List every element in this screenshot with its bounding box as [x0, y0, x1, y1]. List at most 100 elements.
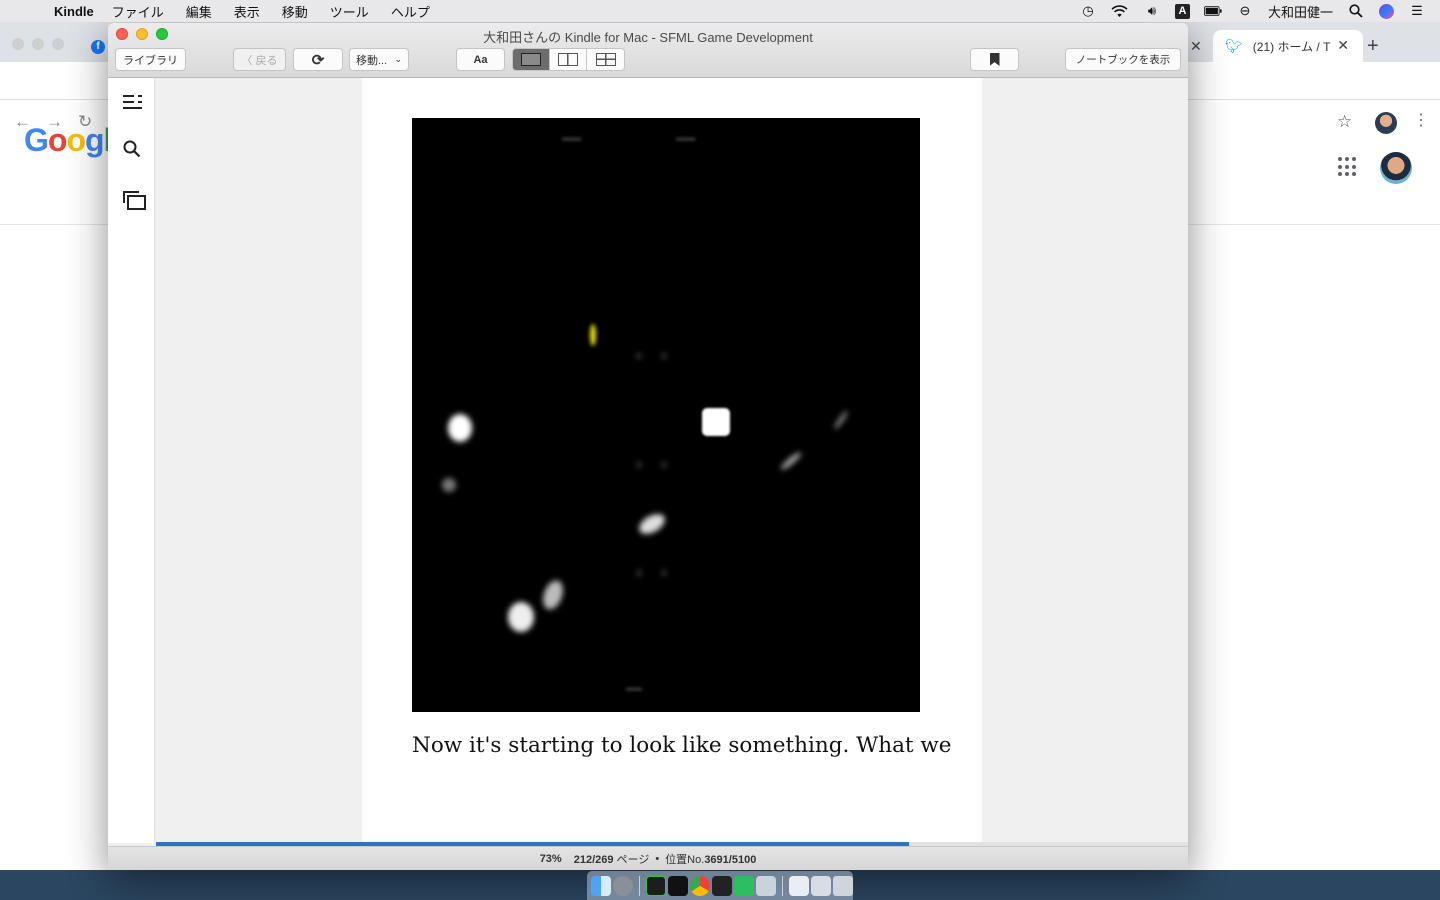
chevron-down-icon: ⌄	[394, 54, 402, 64]
menu-file[interactable]: ファイル	[112, 2, 164, 21]
wifi-icon[interactable]	[1111, 3, 1129, 19]
status-separator: •	[655, 852, 660, 865]
kindle-icon[interactable]	[712, 875, 732, 896]
show-notebook-button[interactable]: ノートブックを表示	[1065, 48, 1181, 71]
tab-close-icon[interactable]: ✕	[1337, 37, 1349, 54]
menu-go[interactable]: 移動	[282, 2, 308, 21]
location-number: 位置No.3691/5100	[665, 853, 757, 866]
downloads-stack-icon[interactable]	[811, 875, 831, 896]
do-not-disturb-icon[interactable]: ⊖	[1236, 3, 1254, 19]
missile-trail	[779, 450, 803, 472]
back-label: 戻る	[255, 54, 278, 67]
bookmark-star-icon[interactable]: ☆	[1337, 112, 1352, 132]
activity-monitor-icon[interactable]	[646, 875, 666, 896]
library-button[interactable]: ライブラリ	[115, 48, 186, 71]
missile-trail	[833, 409, 849, 431]
game-screenshot-figure: ▪▪▪▪▪▪ ▪▪▪▪▪▪ ▪▪▪▪▪	[412, 118, 920, 712]
status-menus: ◷ 🔊︎ A ⊖ 大和田健一 ☰	[1079, 2, 1426, 21]
particle	[637, 462, 641, 468]
bookmark-button[interactable]	[970, 48, 1019, 71]
table-of-contents-icon[interactable]	[122, 92, 142, 112]
menu-edit[interactable]: 編集	[186, 2, 212, 21]
siri-icon[interactable]	[1379, 3, 1394, 19]
tab-close-icon[interactable]: ✕	[1190, 38, 1202, 55]
single-page-icon	[521, 53, 541, 66]
progress-percent: 73%	[539, 852, 562, 865]
enemy-sprite-left	[448, 414, 472, 442]
tab-twitter[interactable]: 🐦︎ (21) ホーム / T ✕	[1213, 30, 1363, 62]
dock	[587, 871, 853, 900]
hud-text-bottom: ▪▪▪▪▪	[626, 684, 642, 694]
terminal-icon[interactable]	[668, 875, 688, 896]
menu-view[interactable]: 表示	[234, 2, 260, 21]
page-view-segmented-control	[512, 48, 625, 71]
spotlight-icon[interactable]	[1347, 3, 1365, 19]
two-page-view-button[interactable]	[550, 49, 587, 70]
notification-center-icon[interactable]: ☰	[1408, 3, 1426, 19]
google-apps-icon[interactable]	[1338, 157, 1358, 177]
page-count: 212/269 ページ	[573, 853, 650, 866]
book-body-text: Now it's starting to look like something…	[412, 733, 952, 758]
yellow-bullet	[590, 324, 596, 346]
enemy-sprite-center	[635, 510, 669, 538]
twitter-icon: 🐦︎	[1225, 37, 1243, 54]
facebook-icon[interactable]: f	[91, 40, 105, 54]
trash-icon[interactable]	[833, 875, 853, 896]
chrome-icon[interactable]	[690, 875, 710, 896]
two-page-icon	[558, 53, 578, 66]
volume-icon[interactable]: 🔊︎	[1143, 3, 1161, 19]
chevron-left-icon: 〈	[241, 54, 253, 67]
particle	[637, 353, 641, 359]
reader-sidebar	[108, 78, 155, 843]
flashcards-icon[interactable]	[122, 188, 146, 210]
single-page-view-button[interactable]	[513, 49, 550, 70]
enemy-sprite-bottom-wing	[539, 577, 567, 613]
launchpad-icon[interactable]	[613, 875, 633, 896]
window-title: 大和田さんの Kindle for Mac - SFML Game Develo…	[483, 30, 813, 45]
preview-icon[interactable]	[756, 875, 776, 896]
more-menu-icon[interactable]: ⋮	[1413, 110, 1429, 130]
enemy-sprite-bottom	[508, 602, 534, 632]
particle	[662, 462, 666, 468]
reader-content-area: ▪▪▪▪▪▪ ▪▪▪▪▪▪ ▪▪▪▪▪ Now it's starting to…	[156, 78, 1188, 843]
hud-text-left: ▪▪▪▪▪▪	[562, 134, 582, 144]
grid-view-button[interactable]	[587, 49, 624, 70]
reading-status-bar: 73% 212/269 ページ • 位置No.3691/5100	[108, 846, 1188, 870]
goto-select[interactable]: 移動... ⌄	[349, 48, 409, 71]
menu-tools[interactable]: ツール	[330, 2, 369, 21]
bookmark-icon	[989, 53, 1000, 66]
tab-title: (21) ホーム / T	[1252, 39, 1331, 54]
google-account-avatar[interactable]	[1380, 152, 1412, 184]
battery-icon[interactable]	[1203, 3, 1222, 19]
profile-avatar[interactable]	[1375, 112, 1397, 134]
back-button[interactable]: 〈戻る	[233, 48, 286, 71]
font-settings-button[interactable]: Aa	[456, 48, 505, 71]
documents-stack-icon[interactable]	[789, 875, 809, 896]
particle	[662, 353, 666, 359]
app-menu[interactable]: Kindle	[54, 4, 94, 19]
particle	[637, 570, 641, 576]
goto-label: 移動...	[356, 54, 388, 67]
kindle-title-bar: 大和田さんの Kindle for Mac - SFML Game Develo…	[108, 23, 1188, 78]
player-aircraft	[702, 408, 730, 436]
time-machine-icon[interactable]: ◷	[1079, 3, 1097, 19]
browser-zoom-button[interactable]	[52, 38, 64, 50]
menu-bar: Kindle ファイル 編集 表示 移動 ツール ヘルプ ◷ 🔊︎ A ⊖ 大和…	[0, 0, 1440, 22]
search-icon[interactable]	[122, 139, 142, 159]
hud-text-right: ▪▪▪▪▪▪	[676, 134, 696, 144]
browser-minimize-button[interactable]	[32, 38, 44, 50]
browser-close-button[interactable]	[12, 38, 24, 50]
finder-icon[interactable]	[591, 875, 611, 896]
sync-button[interactable]: ⟳	[293, 48, 343, 71]
grid-view-icon	[595, 53, 616, 66]
kindle-window: 大和田さんの Kindle for Mac - SFML Game Develo…	[108, 23, 1188, 870]
particle	[662, 570, 666, 576]
evernote-icon[interactable]	[734, 875, 754, 896]
menu-help[interactable]: ヘルプ	[391, 2, 430, 21]
enemy-sprite-small	[442, 478, 456, 492]
user-name[interactable]: 大和田健一	[1268, 2, 1333, 21]
new-tab-button[interactable]: +	[1367, 35, 1379, 58]
book-page[interactable]: ▪▪▪▪▪▪ ▪▪▪▪▪▪ ▪▪▪▪▪ Now it's starting to…	[362, 78, 982, 843]
sync-icon: ⟳	[311, 51, 325, 69]
input-source-icon[interactable]: A	[1174, 3, 1190, 19]
